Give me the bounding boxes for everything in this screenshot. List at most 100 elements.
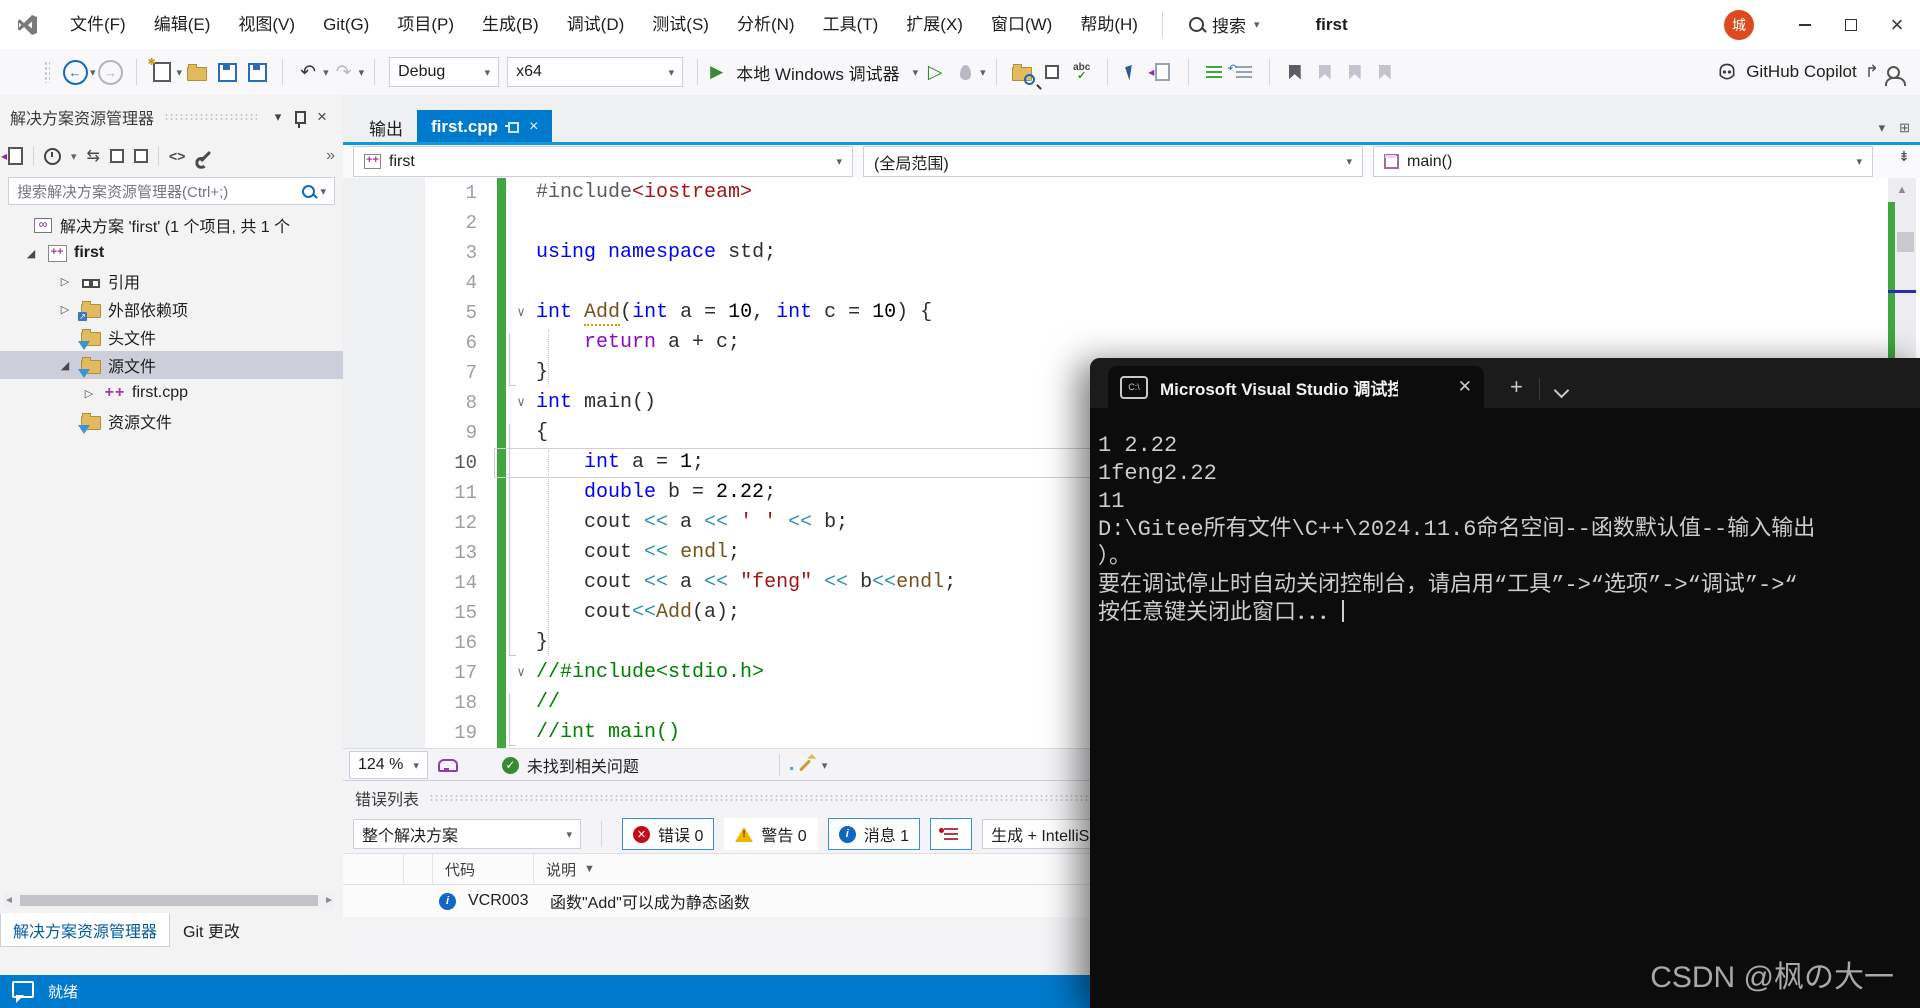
glyph-margin[interactable]	[343, 328, 425, 358]
glyph-margin[interactable]	[343, 568, 425, 598]
tree-item-first.cpp[interactable]: ▷ ++ first.cpp	[0, 379, 343, 407]
warnings-toggle-button[interactable]: 警告 0	[724, 818, 818, 850]
outdent-button[interactable]	[1228, 57, 1257, 87]
tree-collapsed-icon[interactable]: ▷	[50, 275, 80, 288]
feedback-icon[interactable]	[1885, 65, 1906, 86]
menu-item[interactable]: 调试(D)	[553, 0, 639, 49]
column-header-code[interactable]: 代码	[433, 859, 533, 880]
scrollbar-thumb[interactable]	[19, 895, 319, 906]
new-project-button[interactable]	[148, 57, 175, 87]
code-text[interactable]: double b = 2.22;	[536, 478, 776, 508]
tab-close-icon[interactable]: ×	[529, 118, 538, 136]
glyph-margin[interactable]	[343, 718, 425, 748]
previous-bookmark-button[interactable]	[1312, 57, 1338, 87]
zoom-combobox[interactable]: 124 % ▾	[349, 751, 428, 779]
console-tab[interactable]: C:\ Microsoft Visual Studio 调试控制台 ✕	[1108, 366, 1484, 408]
filter-button[interactable]	[930, 818, 973, 850]
search-chevron-icon[interactable]: ▾	[1254, 18, 1260, 31]
start-debugging-button[interactable]: ▶ 本地 Windows 调试器 ▾	[710, 57, 918, 87]
console-dropdown-chevron-icon[interactable]	[1553, 382, 1570, 399]
glyph-margin[interactable]	[343, 418, 425, 448]
tree-expanded-icon[interactable]: ◢	[16, 247, 46, 260]
console-new-tab-icon[interactable]: +	[1510, 374, 1523, 400]
pending-changes-filter-icon[interactable]	[44, 147, 61, 165]
switch-views-icon[interactable]	[1, 147, 23, 165]
code-text[interactable]: }	[536, 628, 548, 658]
menu-item[interactable]: 窗口(W)	[977, 0, 1066, 49]
profiler-chevron-icon[interactable]: ▾	[980, 66, 986, 79]
code-text[interactable]: }	[536, 358, 548, 388]
tree-collapsed-icon[interactable]: ▷	[74, 387, 104, 400]
error-scope-combobox[interactable]: 整个解决方案 ▾	[353, 819, 581, 849]
menu-item[interactable]: 工具(T)	[809, 0, 893, 49]
glyph-margin[interactable]	[343, 628, 425, 658]
code-text[interactable]: #include<iostream>	[536, 178, 752, 208]
code-text[interactable]: cout << a << ' ' << b;	[536, 508, 848, 538]
glyph-margin[interactable]	[343, 598, 425, 628]
tree-item--[interactable]: ▷ ↗ 外部依赖项	[0, 295, 343, 323]
sync-icon[interactable]: ⇆	[87, 146, 100, 166]
menu-item[interactable]: 帮助(H)	[1066, 0, 1152, 49]
next-bookmark-button[interactable]	[1342, 57, 1368, 87]
tree-item--[interactable]: ▷ 引用	[0, 267, 343, 295]
restore-button[interactable]	[1828, 0, 1874, 49]
code-line-2[interactable]: 2	[343, 208, 1920, 238]
fold-chevron-icon[interactable]: ∨	[506, 658, 536, 688]
glyph-margin[interactable]	[343, 658, 425, 688]
console-output[interactable]: 1 2.22 1feng2.22 11 D:\Gitee所有文件\C++\2024.1…	[1090, 408, 1920, 992]
undo-chevron-icon[interactable]: ▾	[323, 66, 329, 79]
tree-item--first-1-1-[interactable]: ∞ 解决方案 'first' (1 个项目, 共 1 个	[0, 211, 343, 239]
tab-output[interactable]: 输出	[355, 110, 417, 144]
minimize-button[interactable]	[1782, 0, 1828, 49]
glyph-margin[interactable]	[343, 358, 425, 388]
glyph-margin[interactable]	[343, 208, 425, 238]
fold-chevron-icon[interactable]: ∨	[506, 388, 536, 418]
tab-list-chevron-icon[interactable]: ▾	[1879, 120, 1886, 136]
toggle-bookmark-button[interactable]	[1282, 57, 1308, 87]
code-text[interactable]: cout << endl;	[536, 538, 740, 568]
code-text[interactable]: {	[536, 418, 548, 448]
code-line-1[interactable]: 1 #include<iostream>	[343, 178, 1920, 208]
code-cleanup-broom-icon[interactable]	[798, 758, 811, 772]
glyph-margin[interactable]	[343, 508, 425, 538]
github-copilot-label[interactable]: GitHub Copilot	[1746, 62, 1857, 82]
select-tool-button[interactable]	[1120, 57, 1146, 87]
menu-item[interactable]: 分析(N)	[723, 0, 809, 49]
messages-toggle-button[interactable]: i 消息 1	[827, 818, 921, 850]
console-tab-close-icon[interactable]: ✕	[1458, 377, 1472, 397]
menu-item[interactable]: 扩展(X)	[892, 0, 977, 49]
platform-combobox[interactable]: x64 ▾	[507, 57, 684, 87]
scroll-up-icon[interactable]: ▲	[1888, 178, 1916, 196]
code-text[interactable]: //int main()	[536, 718, 680, 748]
document-outline-button[interactable]	[1148, 57, 1176, 87]
close-button[interactable]: ×	[1874, 0, 1920, 49]
scroll-right-icon[interactable]: ►	[324, 895, 334, 906]
panel-close-icon[interactable]: ×	[311, 107, 333, 127]
clear-bookmarks-button[interactable]	[1372, 57, 1398, 87]
solution-search-chevron-icon[interactable]: ▾	[320, 185, 326, 198]
navigate-back-button[interactable]: ←	[62, 57, 88, 87]
horizontal-scrollbar[interactable]: ◄ ►	[4, 892, 334, 909]
debug-console-window[interactable]: C:\ Microsoft Visual Studio 调试控制台 ✕ + 1 …	[1090, 358, 1920, 1008]
glyph-margin[interactable]	[343, 268, 425, 298]
save-button[interactable]	[214, 57, 240, 87]
share-icon[interactable]: ↱	[1865, 62, 1879, 82]
spell-check-button[interactable]: abc ✓	[1069, 57, 1095, 87]
undo-button[interactable]: ↶	[295, 57, 321, 87]
panel-tab-git-changes[interactable]: Git 更改	[170, 913, 253, 947]
find-in-files-button[interactable]	[1009, 57, 1035, 87]
code-text[interactable]: //#include<stdio.h>	[536, 658, 764, 688]
code-line-6[interactable]: 6 return a + c;	[343, 328, 1920, 358]
collapse-all-icon[interactable]	[109, 145, 129, 163]
navigate-forward-button[interactable]: →	[98, 57, 124, 87]
scrollbar-thumb[interactable]	[1897, 232, 1914, 252]
editor-options-icon[interactable]: ⊞	[1899, 120, 1910, 136]
new-project-chevron-icon[interactable]: ▾	[177, 66, 183, 79]
code-text[interactable]: int main()	[536, 388, 656, 418]
tree-item--[interactable]: 资源文件	[0, 407, 343, 435]
member-dropdown[interactable]: main() ▾	[1373, 146, 1873, 177]
menu-item[interactable]: 生成(B)	[468, 0, 553, 49]
toolbar-overflow-icon[interactable]: »	[326, 147, 335, 165]
code-line-5[interactable]: 5 ∨ int Add(int a = 10, int c = 10) {	[343, 298, 1920, 328]
code-text[interactable]: int a = 1;	[536, 448, 704, 478]
